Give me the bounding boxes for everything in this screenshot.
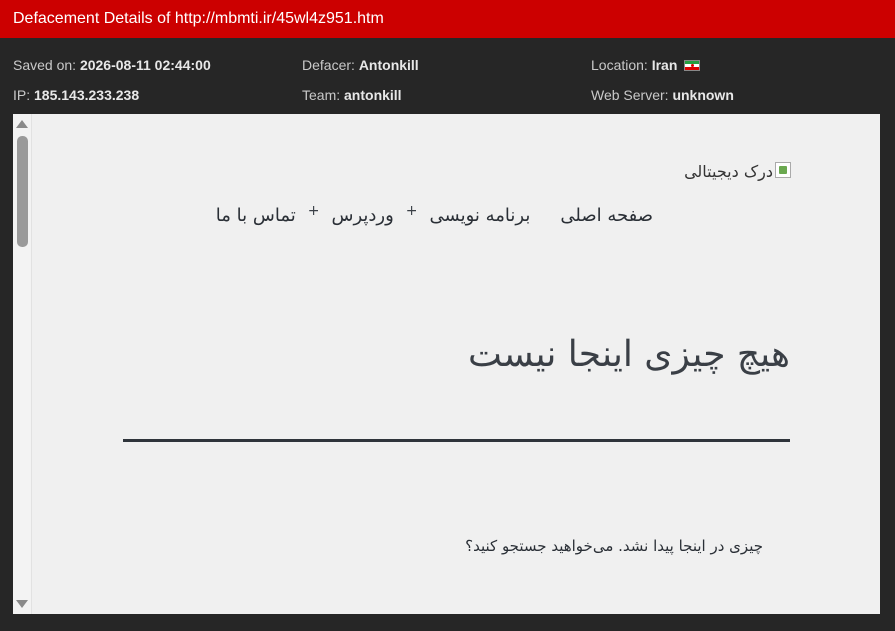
location-field: Location: Iran <box>591 57 701 73</box>
plus-icon[interactable]: + <box>406 203 418 219</box>
not-found-heading: هیچ چیزی اینجا نیست <box>467 334 790 375</box>
saved-on-value: 2026-08-11 02:44:00 <box>79 57 211 73</box>
ip-label: IP: <box>13 87 31 103</box>
webserver-value: unknown <box>672 87 734 103</box>
location-label: Location: <box>591 57 648 73</box>
ip-field: IP: 185.143.233.238 <box>13 87 139 103</box>
plus-icon[interactable]: + <box>308 203 320 219</box>
scroll-thumb[interactable] <box>17 136 28 247</box>
broken-image-icon <box>775 162 791 178</box>
divider <box>123 439 790 442</box>
defacer-value[interactable]: Antonkill <box>359 57 419 73</box>
saved-on-field: Saved on: 2026-08-11 02:44:00 <box>13 57 211 73</box>
nav-wordpress[interactable]: وردپرس <box>331 205 393 226</box>
mirror-frame[interactable]: درک دیجیتالی صفحه اصلی برنامه نویسی + ور… <box>13 114 880 614</box>
scroll-up-icon[interactable] <box>16 120 28 128</box>
site-nav: صفحه اصلی برنامه نویسی + وردپرس + تماس ب… <box>113 200 653 230</box>
location-value: Iran <box>651 57 678 73</box>
ip-value: 185.143.233.238 <box>34 87 140 103</box>
defacement-meta: Saved on: 2026-08-11 02:44:00 Defacer: A… <box>0 38 895 114</box>
nav-contact[interactable]: تماس با ما <box>216 205 296 226</box>
webserver-field: Web Server: unknown <box>591 87 734 103</box>
page-title: Defacement Details of http://mbmti.ir/45… <box>13 10 384 27</box>
nav-programming[interactable]: برنامه نویسی <box>430 205 531 226</box>
iran-flag-icon <box>684 60 701 71</box>
defacer-label: Defacer: <box>302 57 355 73</box>
nav-home[interactable]: صفحه اصلی <box>560 205 653 226</box>
team-value[interactable]: antonkill <box>344 87 402 103</box>
scroll-down-icon[interactable] <box>16 600 28 608</box>
site-logo[interactable]: درک دیجیتالی <box>653 162 791 190</box>
saved-on-label: Saved on: <box>13 57 77 73</box>
team-field: Team: antonkill <box>302 87 402 103</box>
defacer-field: Defacer: Antonkill <box>302 57 419 73</box>
logo-alt-text: درک دیجیتالی <box>684 162 773 181</box>
webserver-label: Web Server: <box>591 87 669 103</box>
not-found-message: چیزی در اینجا پیدا نشد. می‌خواهید جستجو … <box>465 537 763 555</box>
page-header: Defacement Details of http://mbmti.ir/45… <box>0 0 895 38</box>
vertical-scrollbar[interactable] <box>13 114 32 614</box>
team-label: Team: <box>302 87 341 103</box>
